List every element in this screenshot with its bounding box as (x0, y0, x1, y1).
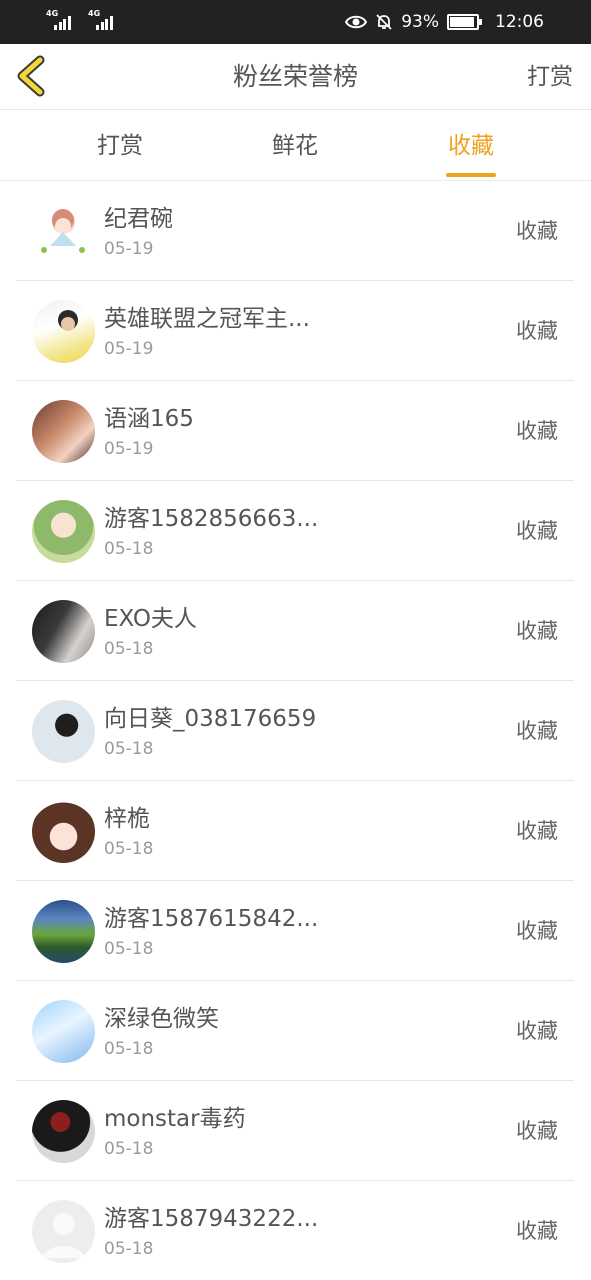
fan-date: 05-18 (104, 939, 154, 959)
fan-name: 游客1582856663... (104, 506, 319, 532)
fan-date: 05-18 (104, 839, 154, 859)
fan-action-label: 收藏 (516, 819, 558, 843)
fan-name: 游客1587943222... (104, 1206, 319, 1232)
signal-icon: 4G (88, 9, 118, 30)
fan-action-label: 收藏 (516, 919, 558, 943)
avatar (32, 300, 95, 363)
avatar (32, 200, 95, 263)
fan-date: 05-18 (104, 1139, 154, 1159)
fan-name: 向日葵_038176659 (104, 706, 317, 732)
avatar (32, 500, 95, 563)
avatar (32, 1000, 95, 1063)
fan-date: 05-18 (104, 1039, 154, 1059)
list-item[interactable]: monstar毒药 05-18 收藏 (16, 1081, 574, 1181)
fan-date: 05-18 (104, 1239, 154, 1259)
status-bar: 4G 4G 93% 12:06 (0, 0, 591, 44)
fan-list: 纪君碗 05-19 收藏 英雄联盟之冠军主... 05-19 收藏 语涵165 … (16, 181, 574, 1280)
fan-action-label: 收藏 (516, 619, 558, 643)
battery-percent: 93% (401, 12, 439, 32)
avatar (32, 600, 95, 663)
fan-action-label: 收藏 (516, 419, 558, 443)
status-right: 93% 12:06 (345, 0, 544, 44)
fan-date: 05-18 (104, 739, 154, 759)
avatar (32, 1100, 95, 1163)
signal-icon: 4G (46, 9, 76, 30)
fan-name: 纪君碗 (104, 206, 173, 232)
avatar (32, 900, 95, 963)
avatar (32, 700, 95, 763)
list-item[interactable]: 游客1587615842... 05-18 收藏 (16, 881, 574, 981)
fan-date: 05-18 (104, 539, 154, 559)
fan-name: EXO夫人 (104, 606, 197, 632)
fan-action-label: 收藏 (516, 1119, 558, 1143)
fan-date: 05-19 (104, 339, 154, 359)
page-title: 粉丝荣誉榜 (232, 62, 358, 91)
list-item[interactable]: 英雄联盟之冠军主... 05-19 收藏 (16, 281, 574, 381)
fan-action-label: 收藏 (516, 319, 558, 343)
fan-name: 语涵165 (104, 406, 194, 432)
list-item[interactable]: 深绿色微笑 05-18 收藏 (16, 981, 574, 1081)
nav-bar: 粉丝荣誉榜 打赏 (0, 44, 591, 110)
reward-button[interactable]: 打赏 (527, 44, 573, 110)
avatar (32, 800, 95, 863)
avatar (32, 400, 95, 463)
fan-action-label: 收藏 (516, 1219, 558, 1243)
chevron-left-icon (17, 55, 45, 97)
list-item[interactable]: 游客1582856663... 05-18 收藏 (16, 481, 574, 581)
fan-action-label: 收藏 (516, 1019, 558, 1043)
list-item[interactable]: EXO夫人 05-18 收藏 (16, 581, 574, 681)
list-item[interactable]: 语涵165 05-19 收藏 (16, 381, 574, 481)
fan-date: 05-19 (104, 239, 154, 259)
avatar-placeholder (32, 1200, 95, 1263)
list-item[interactable]: 向日葵_038176659 05-18 收藏 (16, 681, 574, 781)
back-button[interactable] (10, 52, 58, 100)
list-item[interactable]: 梓桅 05-18 收藏 (16, 781, 574, 881)
list-item[interactable]: 纪君碗 05-19 收藏 (16, 181, 574, 281)
tab-reward[interactable]: 打赏 (75, 111, 165, 181)
fan-name: 梓桅 (104, 806, 150, 832)
fan-name: 深绿色微笑 (104, 1006, 219, 1032)
list-item[interactable]: 游客1587943222... 05-18 收藏 (16, 1181, 574, 1280)
fan-action-label: 收藏 (516, 719, 558, 743)
battery-icon (447, 14, 482, 30)
fan-date: 05-18 (104, 639, 154, 659)
tab-label: 收藏 (448, 133, 494, 159)
active-tab-indicator (446, 173, 496, 177)
tab-label: 打赏 (97, 133, 143, 159)
fan-name: monstar毒药 (104, 1106, 246, 1132)
fan-action-label: 收藏 (516, 219, 558, 243)
tab-flowers[interactable]: 鲜花 (250, 111, 340, 181)
tab-favorites[interactable]: 收藏 (426, 111, 516, 181)
bell-off-icon (376, 14, 392, 30)
eye-icon (345, 15, 368, 29)
clock: 12:06 (495, 12, 544, 32)
fan-date: 05-19 (104, 439, 154, 459)
fan-name: 英雄联盟之冠军主... (104, 306, 310, 332)
fan-name: 游客1587615842... (104, 906, 319, 932)
fan-action-label: 收藏 (516, 519, 558, 543)
signal-indicators: 4G 4G (46, 9, 118, 30)
tab-bar: 打赏 鲜花 收藏 (0, 111, 591, 181)
tab-label: 鲜花 (272, 133, 318, 159)
